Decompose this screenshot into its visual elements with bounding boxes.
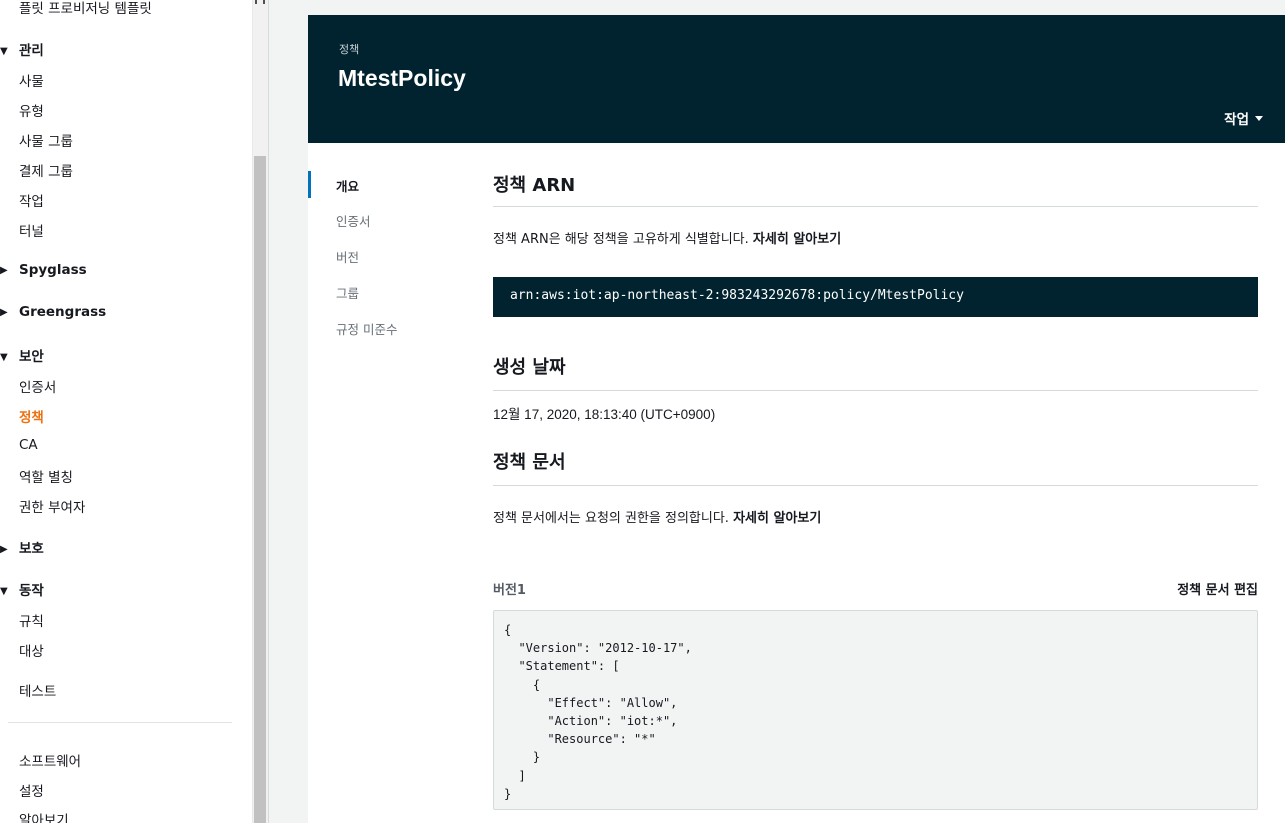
sidebar-section-defend[interactable]: ▶ 보호: [0, 537, 44, 557]
sidebar-item-ca[interactable]: CA: [19, 437, 38, 453]
edit-policy-document-link[interactable]: 정책 문서 편집: [1177, 579, 1258, 598]
sidebar-section-manage[interactable]: ▼ 관리: [0, 39, 44, 59]
actions-label: 작업: [1224, 112, 1249, 128]
tab-overview[interactable]: 개요: [336, 176, 359, 195]
sidebar-section-label: 관리: [19, 43, 44, 59]
sidebar: 플릿 프로비저닝 템플릿 ▼ 관리 사물 유형 사물 그룹 결제 그룹 작업 터널…: [0, 0, 252, 823]
sidebar-section-label: Spyglass: [19, 262, 87, 278]
document-learn-more-link[interactable]: 자세히 알아보기: [733, 511, 821, 526]
sidebar-item-learn[interactable]: 알아보기: [19, 809, 69, 823]
content-divider: [268, 0, 269, 823]
sidebar-item-certificates[interactable]: 인증서: [19, 376, 56, 396]
sidebar-section-act[interactable]: ▼ 동작: [0, 579, 44, 599]
arn-description: 정책 ARN은 해당 정책을 고유하게 식별합니다. 자세히 알아보기: [493, 228, 841, 247]
arn-learn-more-link[interactable]: 자세히 알아보기: [753, 232, 841, 247]
policy-document-box: { "Version": "2012-10-17", "Statement": …: [493, 610, 1258, 810]
sidebar-item-authorizers[interactable]: 권한 부여자: [19, 496, 85, 516]
chevron-down-icon: [1255, 116, 1263, 121]
arn-description-text: 정책 ARN은 해당 정책을 고유하게 식별합니다.: [493, 232, 749, 247]
active-tab-indicator: [308, 171, 311, 198]
sidebar-item-fleet-provisioning-templates[interactable]: 플릿 프로비저닝 템플릿: [19, 0, 152, 17]
sidebar-item-types[interactable]: 유형: [19, 100, 44, 120]
tab-non-compliance[interactable]: 규정 미준수: [336, 319, 397, 338]
version-label: 버전1: [493, 583, 526, 598]
actions-dropdown-button[interactable]: 작업: [1224, 108, 1263, 128]
created-section-title: 생성 날짜: [493, 357, 566, 378]
sidebar-section-greengrass[interactable]: ▶ Greengrass: [0, 304, 106, 320]
sidebar-section-label: Greengrass: [19, 304, 107, 320]
sidebar-item-jobs[interactable]: 작업: [19, 190, 44, 210]
sidebar-item-test[interactable]: 테스트: [19, 680, 56, 700]
sidebar-section-label: 동작: [19, 583, 44, 599]
sidebar-item-things[interactable]: 사물: [19, 70, 44, 90]
sidebar-item-tunnels[interactable]: 터널: [19, 220, 44, 240]
sidebar-item-rules[interactable]: 규칙: [19, 610, 44, 630]
sidebar-item-software[interactable]: 소프트웨어: [19, 750, 81, 770]
document-description: 정책 문서에서는 요청의 권한을 정의합니다. 자세히 알아보기: [493, 507, 821, 526]
caret-down-icon: ▼: [0, 352, 8, 363]
policy-document-json: { "Version": "2012-10-17", "Statement": …: [504, 623, 692, 801]
caret-right-icon: ▶: [0, 307, 8, 318]
document-description-text: 정책 문서에서는 요청의 권한을 정의합니다.: [493, 511, 729, 526]
sidebar-item-thing-groups[interactable]: 사물 그룹: [19, 130, 73, 150]
sidebar-item-billing-groups[interactable]: 결제 그룹: [19, 160, 73, 180]
sidebar-section-security[interactable]: ▼ 보안: [0, 345, 44, 365]
breadcrumb: 정책: [339, 43, 360, 56]
page-title: MtestPolicy: [338, 65, 466, 91]
sidebar-item-role-aliases[interactable]: 역할 별칭: [19, 466, 73, 486]
policy-arn-value: arn:aws:iot:ap-northeast-2:983243292678:…: [493, 277, 1258, 317]
scroll-up-icon[interactable]: [255, 0, 265, 4]
tab-versions[interactable]: 버전: [336, 247, 359, 266]
sidebar-section-spyglass[interactable]: ▶ Spyglass: [0, 262, 87, 278]
sidebar-item-settings[interactable]: 설정: [19, 780, 44, 800]
caret-right-icon: ▶: [0, 265, 8, 276]
section-divider: [493, 206, 1258, 207]
creation-date-value: 12월 17, 2020, 18:13:40 (UTC+0900): [493, 407, 716, 422]
sidebar-item-policies[interactable]: 정책: [19, 406, 44, 426]
section-divider: [493, 485, 1258, 486]
sidebar-divider: [8, 722, 232, 723]
caret-down-icon: ▼: [0, 46, 8, 57]
caret-down-icon: ▼: [0, 586, 8, 597]
caret-right-icon: ▶: [0, 544, 8, 555]
sidebar-section-label: 보호: [19, 541, 44, 557]
sidebar-scrollbar-thumb[interactable]: [254, 156, 266, 823]
policy-detail-page: 정책 MtestPolicy 작업 개요 인증서 버전 그룹 규정 미준수 정책…: [308, 15, 1285, 823]
sidebar-item-destinations[interactable]: 대상: [19, 640, 44, 660]
section-divider: [493, 390, 1258, 391]
arn-section-title: 정책 ARN: [493, 175, 576, 196]
sidebar-section-label: 보안: [19, 349, 44, 365]
tab-certificates[interactable]: 인증서: [336, 211, 371, 230]
page-header: 정책 MtestPolicy 작업: [308, 15, 1285, 143]
tab-groups[interactable]: 그룹: [336, 283, 359, 302]
document-section-title: 정책 문서: [493, 452, 566, 473]
